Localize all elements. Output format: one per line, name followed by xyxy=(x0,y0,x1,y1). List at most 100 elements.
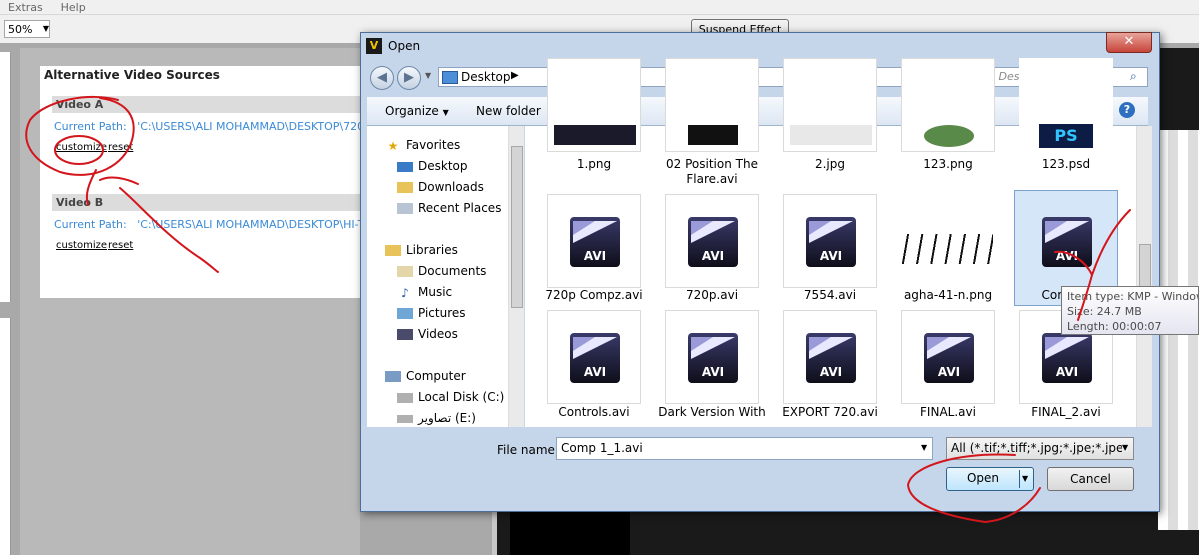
file-item[interactable]: AVI xyxy=(901,310,995,404)
file-name: agha-41-n.png xyxy=(903,288,993,302)
file-name-input[interactable]: Comp 1_1.avi xyxy=(556,437,933,460)
avi-icon: AVI xyxy=(688,217,738,267)
file-item[interactable]: PS xyxy=(1019,58,1113,152)
nav-pictures[interactable]: Pictures xyxy=(397,306,466,320)
organize-label: Organize xyxy=(385,104,439,118)
tooltip-size: Size: 24.7 MB xyxy=(1067,305,1142,318)
avi-label: AVI xyxy=(701,249,725,263)
disk-icon xyxy=(397,414,413,423)
recent-places-icon xyxy=(397,203,413,214)
file-name: 123.psd xyxy=(1041,157,1091,171)
nav-computer[interactable]: Computer xyxy=(385,369,466,383)
nav-label: Favorites xyxy=(406,138,461,152)
file-item[interactable]: AVI xyxy=(665,194,759,288)
video-b-reset-link[interactable]: reset xyxy=(108,240,133,251)
file-item[interactable] xyxy=(665,58,759,152)
recent-pages-icon[interactable]: ▼ xyxy=(425,71,431,80)
file-item[interactable]: AVI xyxy=(547,310,641,404)
avi-label: AVI xyxy=(701,365,725,379)
panel-title: Alternative Video Sources xyxy=(44,68,220,82)
open-button[interactable]: Open ▼ xyxy=(946,467,1034,491)
disk-icon xyxy=(397,392,413,403)
nav-label: Libraries xyxy=(406,243,458,257)
video-b-header: Video B xyxy=(52,194,360,211)
search-icon[interactable]: ⌕ xyxy=(1130,69,1137,84)
scroll-thumb[interactable] xyxy=(1139,244,1151,288)
avi-label: AVI xyxy=(819,365,843,379)
file-scrollbar[interactable] xyxy=(1136,126,1152,427)
avi-icon: AVI xyxy=(1042,217,1092,267)
nav-music[interactable]: ♪ Music xyxy=(397,285,452,300)
video-a-reset-link[interactable]: reset xyxy=(108,142,133,153)
file-item[interactable] xyxy=(783,58,877,152)
file-name: FINAL.avi xyxy=(920,405,976,419)
star-icon: ★ xyxy=(387,138,399,153)
file-type-select[interactable]: All (*.tif;*.tiff;*.jpg;*.jpe;*.jpe xyxy=(946,437,1134,460)
file-item[interactable] xyxy=(901,58,995,152)
nav-downloads[interactable]: Downloads xyxy=(397,180,484,194)
file-name: 720p Compz.avi xyxy=(545,288,643,302)
nav-documents[interactable]: Documents xyxy=(397,264,486,278)
avi-label: AVI xyxy=(1055,249,1079,263)
cancel-button[interactable]: Cancel xyxy=(1047,467,1134,491)
file-item[interactable] xyxy=(547,58,641,152)
file-name: 720p.avi xyxy=(685,288,739,302)
nav-videos[interactable]: Videos xyxy=(397,327,458,341)
left-panel xyxy=(0,52,11,302)
nav-favorites[interactable]: ★ Favorites xyxy=(385,138,461,153)
psd-icon: PS xyxy=(1039,124,1093,148)
file-list: PS 1.png 02 Position The Flare.avi 2.jpg… xyxy=(525,58,1137,427)
help-icon[interactable]: ? xyxy=(1119,102,1135,118)
menu-extras[interactable]: Extras xyxy=(0,1,43,15)
alternative-video-sources-panel: Alternative Video Sources Video A Curren… xyxy=(40,66,371,298)
file-tooltip: Item type: KMP - Window Size: 24.7 MB Le… xyxy=(1061,286,1199,335)
file-item[interactable]: AVI xyxy=(783,310,877,404)
chevron-down-icon[interactable]: ▼ xyxy=(921,443,927,452)
video-a-customize-link[interactable]: customize xyxy=(56,142,107,153)
nav-drive-e[interactable]: تصاویر (E:) xyxy=(397,411,476,425)
nav-scrollbar[interactable] xyxy=(508,126,524,427)
file-item[interactable] xyxy=(901,194,995,288)
file-item[interactable]: AVI xyxy=(783,194,877,288)
chevron-down-icon[interactable]: ▼ xyxy=(1122,443,1129,452)
close-button[interactable]: ✕ xyxy=(1106,32,1152,53)
desktop-icon xyxy=(397,161,413,172)
address-desktop[interactable]: Desktop xyxy=(461,70,511,84)
video-b-path: Current Path: 'C:\USERS\ALI MOHAMMAD\DES… xyxy=(54,218,371,231)
path-value: 'C:\USERS\ALI MOHAMMAD\DESKTOP\HI-TE xyxy=(137,218,372,231)
downloads-icon xyxy=(397,182,413,193)
split-divider xyxy=(1019,470,1020,488)
scroll-thumb[interactable] xyxy=(511,146,523,308)
file-item[interactable]: AVI xyxy=(665,310,759,404)
back-button[interactable]: ◀ xyxy=(370,66,394,90)
nav-libraries[interactable]: Libraries xyxy=(385,243,458,257)
file-name: FINAL_2.avi xyxy=(1031,405,1101,419)
nav-label: Computer xyxy=(406,369,466,383)
video-b-title: Video B xyxy=(56,196,104,209)
chevron-down-icon[interactable]: ▼ xyxy=(1022,474,1028,483)
avi-label: AVI xyxy=(937,365,961,379)
organize-button[interactable]: Organize ▼ xyxy=(385,104,449,118)
avi-label: AVI xyxy=(1055,365,1079,379)
avi-label: AVI xyxy=(583,249,607,263)
nav-recent-places[interactable]: Recent Places xyxy=(397,201,501,215)
nav-label: Documents xyxy=(418,264,487,278)
thumbnail-image xyxy=(924,125,974,147)
video-b-customize-link[interactable]: customize xyxy=(56,240,107,251)
thumbnail-image xyxy=(790,125,872,145)
chevron-right-icon[interactable]: ▶ xyxy=(511,70,519,81)
nav-desktop[interactable]: Desktop xyxy=(397,159,468,173)
menu-help[interactable]: Help xyxy=(47,1,86,15)
forward-button[interactable]: ▶ xyxy=(397,66,421,90)
file-name: 123.png xyxy=(923,157,973,171)
arrow-right-icon: ▶ xyxy=(404,70,414,85)
file-item[interactable]: AVI xyxy=(547,194,641,288)
new-folder-button[interactable]: New folder xyxy=(476,104,541,118)
chevron-down-icon[interactable]: ▼ xyxy=(40,20,52,38)
calligraphy-image xyxy=(901,234,993,264)
avi-icon: AVI xyxy=(688,333,738,383)
avi-icon: AVI xyxy=(570,333,620,383)
file-name: 7554.avi xyxy=(803,288,857,302)
nav-local-disk[interactable]: Local Disk (C:) xyxy=(397,390,504,404)
app-logo-icon: V xyxy=(366,38,382,54)
